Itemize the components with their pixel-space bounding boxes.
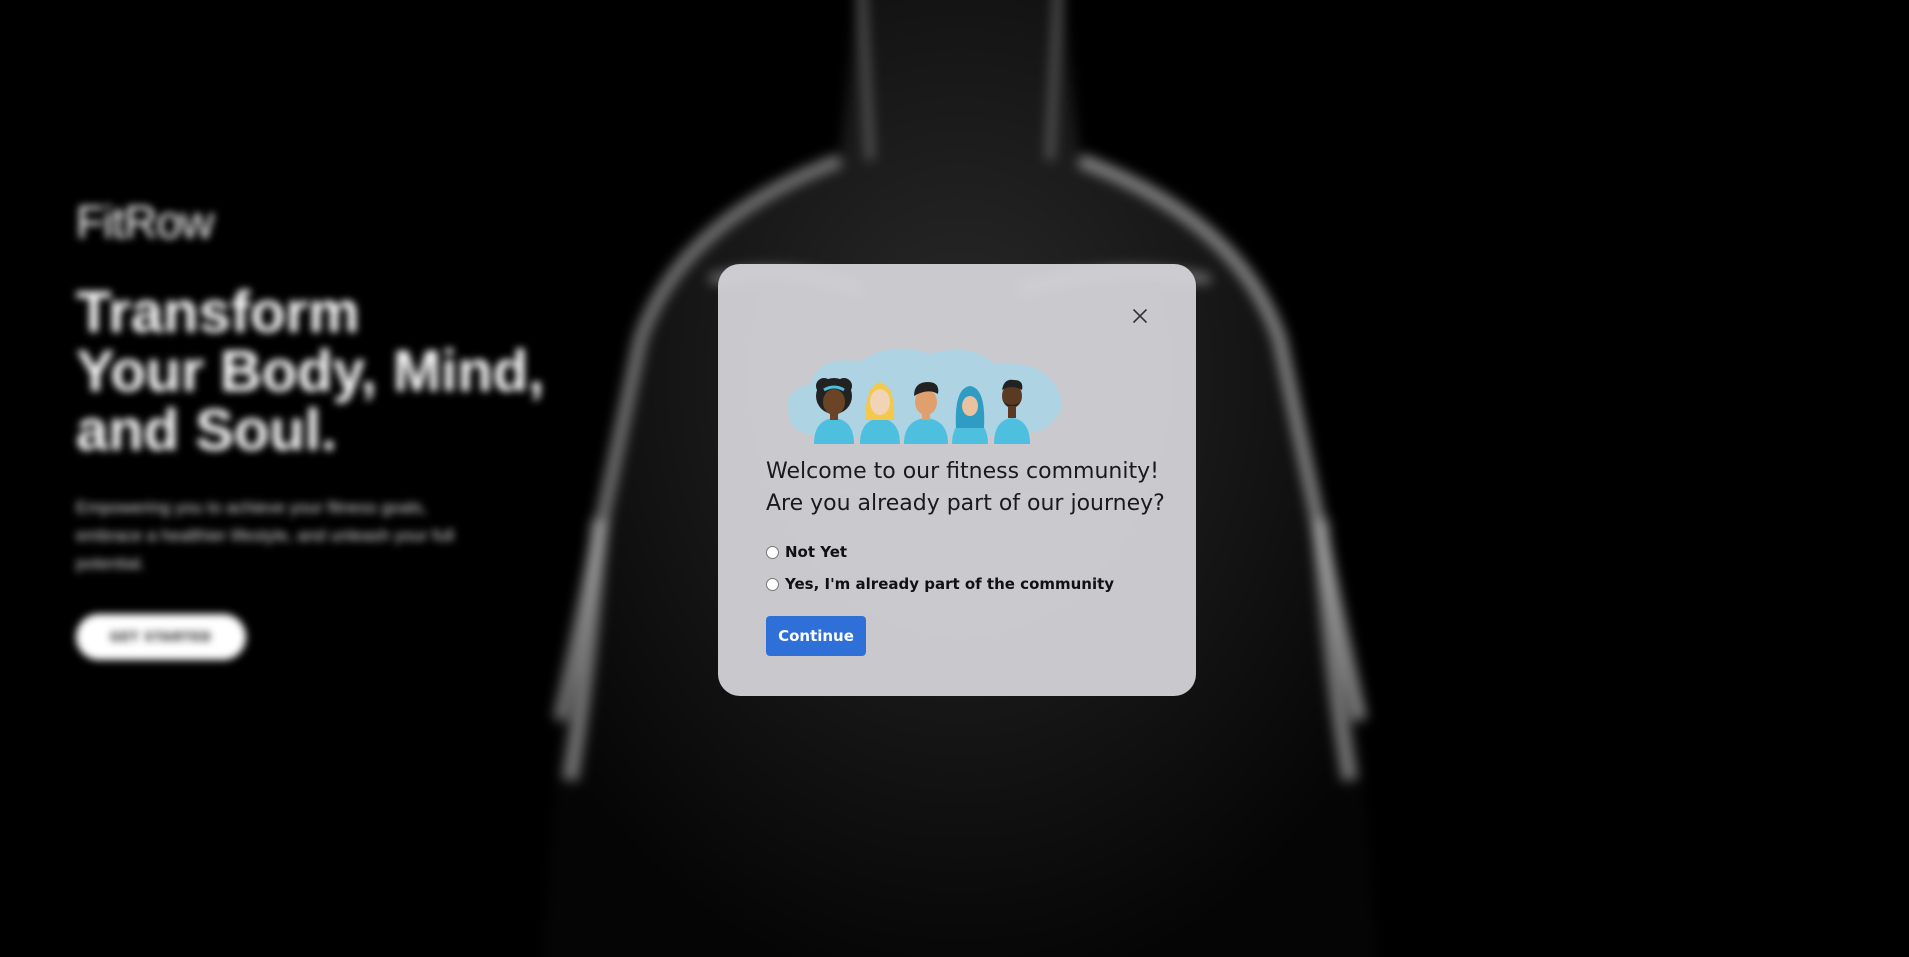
- welcome-line-2: Are you already part of our journey?: [766, 491, 1165, 516]
- community-modal: Welcome to our fitness community! Are yo…: [718, 264, 1196, 696]
- headline-line: and Soul.: [76, 398, 337, 463]
- not-yet-radio[interactable]: [766, 545, 779, 559]
- welcome-line-1: Welcome to our fitness community!: [766, 459, 1159, 484]
- already-member-radio[interactable]: [766, 577, 779, 591]
- option-already-member-label: Yes, I'm already part of the community: [785, 575, 1115, 593]
- option-not-yet-label: Not Yet: [785, 543, 848, 561]
- continue-button[interactable]: Continue: [766, 616, 866, 656]
- hero-tagline: Empowering you to achieve your fitness g…: [76, 498, 454, 573]
- option-not-yet[interactable]: Not Yet: [766, 543, 847, 561]
- community-people-icon: [787, 348, 1062, 444]
- hero-section: FitRow Transform Your Body, Mind, and So…: [76, 195, 636, 660]
- modal-welcome-text: Welcome to our fitness community! Are yo…: [766, 456, 1166, 520]
- option-already-member[interactable]: Yes, I'm already part of the community: [766, 575, 1114, 593]
- headline-line: Transform: [76, 280, 360, 345]
- get-started-button[interactable]: GET STARTED: [76, 614, 246, 660]
- hero-headline: Transform Your Body, Mind, and Soul.: [76, 283, 636, 460]
- brand-logo: FitRow: [76, 196, 214, 248]
- headline-line: Your Body, Mind,: [76, 339, 545, 404]
- close-button[interactable]: [1128, 304, 1152, 328]
- close-icon: [1133, 309, 1147, 323]
